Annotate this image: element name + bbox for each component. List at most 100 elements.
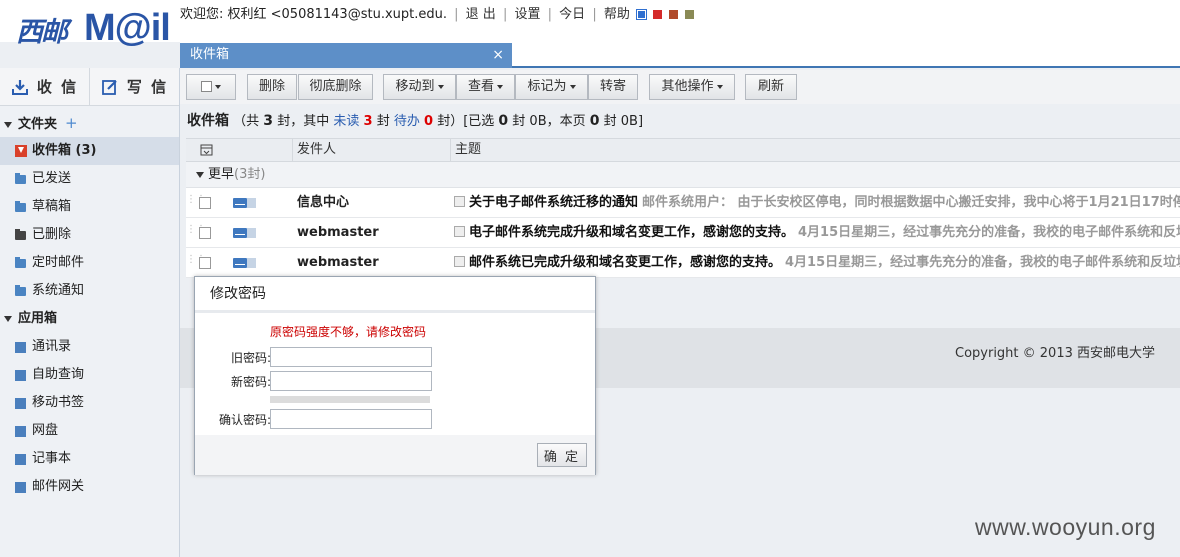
tab-close-icon[interactable]: ×	[492, 43, 504, 67]
sidebar-item-label: 通讯录	[32, 339, 72, 354]
confirm-password-row: 确认密码:	[195, 409, 597, 429]
row-checkbox[interactable]	[199, 197, 211, 209]
sidebar-item-inbox[interactable]: 收件箱 (3)	[0, 137, 179, 165]
list-header: 发件人 主题	[186, 138, 1180, 162]
trash-folder-icon	[15, 228, 26, 240]
collapse-icon	[4, 121, 12, 128]
sidebar-item-contacts[interactable]: 通讯录	[0, 333, 179, 361]
row-checkbox[interactable]	[199, 227, 211, 239]
row-subject[interactable]: 关于电子邮件系统迁移的通知 邮件系统用户： 由于长安校区停电，同时根据数据中心搬迁…	[454, 188, 1180, 217]
chevron-down-icon[interactable]	[454, 226, 465, 237]
sidebar-item-self-query[interactable]: 自助查询	[0, 361, 179, 389]
sidebar-item-deleted[interactable]: 已删除	[0, 221, 179, 249]
drag-handle-icon[interactable]: ⋮⋮	[186, 225, 206, 238]
row-subject[interactable]: 电子邮件系统完成升级和域名变更工作，感谢您的支持。 4月15日星期三，经过事先充分…	[454, 218, 1180, 247]
contacts-icon	[15, 341, 26, 353]
table-row[interactable]: ⋮⋮ 信息中心 关于电子邮件系统迁移的通知 邮件系统用户： 由于长安校区停电，同时…	[186, 188, 1180, 218]
refresh-button[interactable]: 刷新	[745, 74, 797, 100]
compose-button[interactable]: 写 信	[89, 68, 179, 105]
sidebar-item-sent[interactable]: 已发送	[0, 165, 179, 193]
welcome-bar: 欢迎您: 权利红 <05081143@stu.xupt.edu. | 退 出 |…	[180, 3, 695, 22]
apps-section[interactable]: 应用箱	[0, 305, 179, 333]
chevron-down-icon	[569, 84, 576, 89]
delete-button[interactable]: 删除	[247, 74, 297, 100]
toolbar: 删除 彻底删除 移动到 查看 标记为 转寄 其他操作 刷新	[180, 70, 1180, 104]
sidebar-item-drafts[interactable]: 草稿箱	[0, 193, 179, 221]
skin-blue-icon[interactable]	[636, 9, 647, 20]
column-options-icon[interactable]	[200, 144, 213, 156]
envelope-icon	[233, 228, 247, 238]
add-folder-icon[interactable]: +	[65, 114, 78, 132]
row-checkbox[interactable]	[199, 257, 211, 269]
new-password-row: 新密码:	[195, 371, 597, 391]
old-password-row: 旧密码:	[195, 347, 597, 367]
mark-as-button[interactable]: 标记为	[515, 74, 588, 100]
sidebar-item-label: 已删除	[32, 227, 72, 242]
sidebar-item-label: 自助查询	[32, 367, 85, 382]
confirm-password-input[interactable]	[270, 409, 432, 429]
dialog-title: 修改密码	[195, 277, 595, 313]
folders-section[interactable]: 文件夹 +	[0, 109, 179, 137]
ok-button[interactable]: 确 定	[537, 443, 587, 467]
table-row[interactable]: ⋮⋮ webmaster 电子邮件系统完成升级和域名变更工作，感谢您的支持。 4月…	[186, 218, 1180, 248]
today-link[interactable]: 今日	[559, 7, 585, 22]
sidebar-item-notices[interactable]: 系统通知	[0, 277, 179, 305]
old-password-input[interactable]	[270, 347, 432, 367]
folder-icon	[15, 200, 26, 212]
perm-delete-button[interactable]: 彻底删除	[298, 74, 373, 100]
sidebar: 收 信 写 信 文件夹 + 收件箱 (3) 已发送 草稿箱 已删除 定时邮件 系统…	[0, 68, 180, 557]
view-button[interactable]: 查看	[456, 74, 515, 100]
bookmark-icon	[15, 397, 26, 409]
password-strength-bar	[270, 396, 430, 403]
query-icon	[15, 369, 26, 381]
skin-olive-icon[interactable]	[685, 10, 695, 19]
logo-en: M@il	[84, 7, 171, 49]
sidebar-item-label: 邮件网关	[32, 479, 85, 494]
sidebar-item-label: 草稿箱	[32, 199, 72, 214]
table-row[interactable]: ⋮⋮ webmaster 邮件系统已完成升级和域名变更工作，感谢您的支持。 4月1…	[186, 248, 1180, 278]
skin-brown-icon[interactable]	[669, 10, 679, 19]
sidebar-item-label: 移动书签	[32, 395, 85, 410]
other-ops-button[interactable]: 其他操作	[649, 74, 735, 100]
skin-red-icon[interactable]	[653, 10, 663, 19]
sidebar-item-notepad[interactable]: 记事本	[0, 445, 179, 473]
logout-link[interactable]: 退 出	[466, 7, 496, 22]
group-earlier[interactable]: 更早(3封)	[186, 162, 1180, 188]
sidebar-item-bookmarks[interactable]: 移动书签	[0, 389, 179, 417]
tab-inbox-label: 收件箱	[190, 47, 230, 62]
forward-button[interactable]: 转寄	[588, 74, 638, 100]
column-from[interactable]: 发件人	[292, 139, 336, 161]
unread-count: 3	[363, 114, 373, 129]
unread-link[interactable]: 未读	[333, 114, 359, 129]
row-from: webmaster	[297, 225, 379, 240]
sidebar-item-gateway[interactable]: 邮件网关	[0, 473, 179, 501]
folders-title: 文件夹	[18, 117, 58, 132]
tab-inbox[interactable]: 收件箱 ×	[180, 43, 512, 68]
folder-icon	[15, 172, 26, 184]
drag-handle-icon[interactable]: ⋮⋮	[186, 195, 206, 208]
new-password-label: 新密码:	[230, 375, 271, 389]
chevron-down-icon[interactable]	[454, 256, 465, 267]
new-password-input[interactable]	[270, 371, 432, 391]
chevron-down-icon	[497, 84, 503, 89]
mail-buttons: 收 信 写 信	[0, 68, 179, 106]
drag-handle-icon[interactable]: ⋮⋮	[186, 255, 206, 268]
sidebar-item-netdisk[interactable]: 网盘	[0, 417, 179, 445]
row-from: 信息中心	[297, 195, 350, 210]
chevron-down-icon[interactable]	[454, 196, 465, 207]
receive-button[interactable]: 收 信	[0, 68, 89, 105]
row-subject[interactable]: 邮件系统已完成升级和域名变更工作，感谢您的支持。 4月15日星期三，经过事先充分的…	[454, 248, 1180, 277]
other-ops-label: 其他操作	[661, 79, 714, 94]
help-link[interactable]: 帮助	[604, 7, 630, 22]
select-dropdown[interactable]	[186, 74, 236, 100]
column-subject[interactable]: 主题	[450, 139, 481, 161]
change-password-dialog: 修改密码 原密码强度不够，请修改密码 旧密码: 新密码: 确认密码: 确 定	[194, 276, 596, 475]
checkbox-icon	[201, 81, 212, 92]
pending-link[interactable]: 待办	[394, 114, 420, 129]
settings-link[interactable]: 设置	[514, 7, 540, 22]
move-to-button[interactable]: 移动到	[383, 74, 456, 100]
move-to-label: 移动到	[395, 79, 435, 94]
collapse-icon	[4, 315, 12, 322]
sidebar-item-scheduled[interactable]: 定时邮件	[0, 249, 179, 277]
welcome-text: 欢迎您: 权利红 <05081143@stu.xupt.edu.	[180, 7, 447, 22]
